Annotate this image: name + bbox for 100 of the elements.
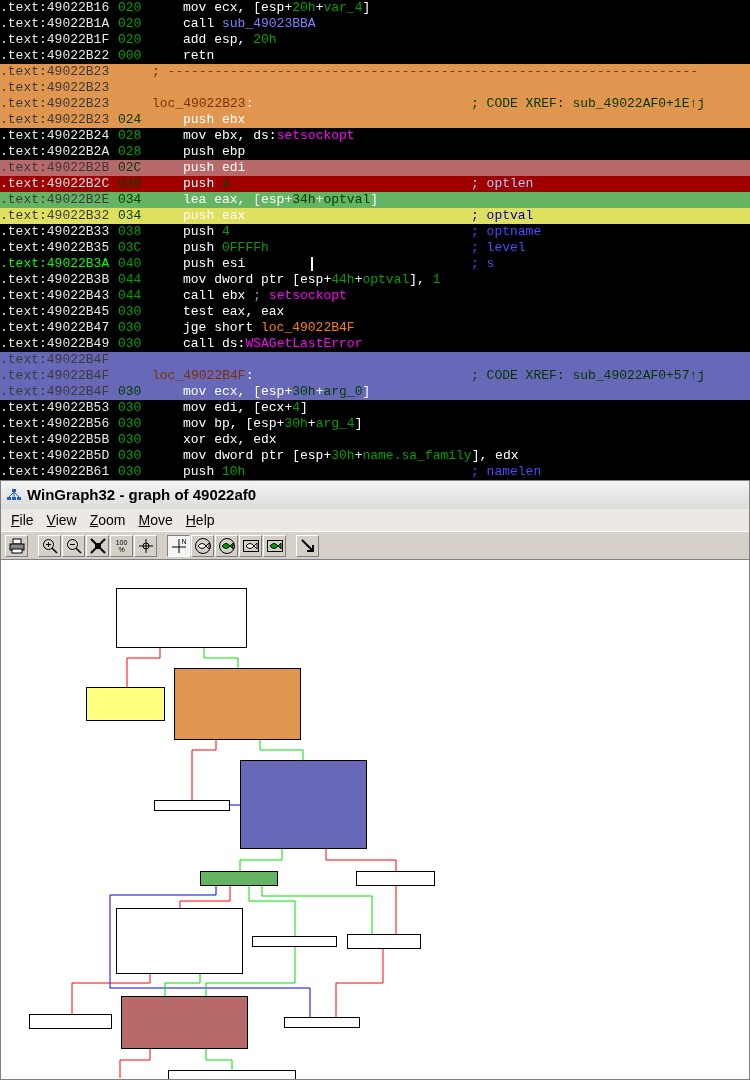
address: .text:49022B23: [0, 64, 110, 80]
toolbar-button[interactable]: [191, 534, 214, 557]
menu-item[interactable]: Help: [179, 509, 221, 531]
toolbar-button[interactable]: [86, 534, 109, 557]
comment: ; level: [471, 240, 526, 256]
address: .text:49022B4F: [0, 368, 110, 384]
separator-comment: ; --------------------------------------------------------------------: [152, 64, 699, 80]
address: .text:49022B2E: [0, 192, 110, 208]
instruction: push 4: [183, 176, 230, 192]
graph-node[interactable]: [116, 908, 243, 974]
address: .text:49022B61: [0, 464, 110, 480]
toolbar-button[interactable]: [134, 534, 157, 557]
connector-line: [191, 739, 217, 801]
crosshair-icon: [137, 537, 154, 554]
graph-node[interactable]: [200, 871, 278, 886]
stack-offset: 034: [118, 192, 142, 208]
menu-item[interactable]: Move: [132, 509, 179, 531]
stack-offset: 000: [118, 48, 142, 64]
graph-node[interactable]: [174, 668, 301, 740]
toolbar-button[interactable]: [239, 534, 262, 557]
instruction: mov dword ptr [esp+44h+optval], 1: [183, 272, 441, 288]
address: .text:49022B35: [0, 240, 110, 256]
stack-offset: 040: [118, 256, 142, 272]
address: .text:49022B49: [0, 336, 110, 352]
fish-icon: [194, 537, 211, 554]
stack-offset: 030: [118, 448, 142, 464]
graph-node[interactable]: [86, 687, 165, 721]
instruction: mov ecx, [esp+20h+var_4]: [183, 0, 371, 16]
menu-item[interactable]: Zoom: [83, 509, 132, 531]
instruction: lea eax, [esp+34h+optval]: [183, 192, 379, 208]
printer-icon: [8, 537, 25, 554]
address: .text:49022B5B: [0, 432, 110, 448]
address: .text:49022B3A: [0, 256, 110, 272]
graph-node[interactable]: [116, 588, 247, 648]
stack-offset: 030: [118, 336, 142, 352]
stack-offset: 020: [118, 0, 142, 16]
address: .text:49022B5D: [0, 448, 110, 464]
code-label: loc_49022B4F:: [152, 368, 254, 384]
connector-line: [335, 948, 384, 1018]
stack-offset: 030: [118, 400, 142, 416]
connector-line: [259, 739, 304, 761]
stack-offset: 03C: [118, 240, 142, 256]
graph-node[interactable]: [29, 1014, 112, 1029]
instruction: mov ecx, [esp+30h+arg_0]: [183, 384, 371, 400]
instruction: call sub_49023BBA: [183, 16, 316, 32]
comment: ; CODE XREF: sub_49022AF0+1E↑j: [471, 96, 706, 112]
graph-node[interactable]: [252, 936, 337, 947]
toolbar-button[interactable]: [38, 534, 61, 557]
graph-node[interactable]: [356, 871, 435, 886]
stack-offset: 030: [118, 384, 142, 400]
instruction: test eax, eax: [183, 304, 285, 320]
graph-node[interactable]: [240, 760, 367, 849]
connector-line: [119, 1048, 151, 1078]
instruction: push eax: [183, 208, 246, 224]
graph-node[interactable]: [284, 1017, 360, 1028]
address: .text:49022B4F: [0, 352, 110, 368]
menu-item[interactable]: View: [40, 509, 83, 531]
toolbar-button[interactable]: [263, 534, 286, 557]
address: .text:49022B22: [0, 48, 110, 64]
stack-offset: 020: [118, 16, 142, 32]
address: .text:49022B32: [0, 208, 110, 224]
address: .text:49022B24: [0, 128, 110, 144]
graph-node[interactable]: [154, 800, 230, 811]
fish-icon: [266, 537, 283, 554]
toolbar-button[interactable]: [215, 534, 238, 557]
diagonal-arrow-icon: [299, 537, 316, 554]
fish-icon: [242, 537, 259, 554]
instruction: push 4: [183, 224, 230, 240]
fish-icon: [218, 537, 235, 554]
connector-line: [325, 848, 397, 872]
instruction: mov edi, [ecx+4]: [183, 400, 308, 416]
text-cursor: [311, 257, 313, 271]
toolbar-button[interactable]: [62, 534, 85, 557]
address: .text:49022B23: [0, 112, 110, 128]
instruction: mov ebx, ds:setsockopt: [183, 128, 355, 144]
graph-node[interactable]: [168, 1070, 296, 1079]
graph-node[interactable]: [121, 996, 248, 1049]
stack-offset: 030: [118, 320, 142, 336]
zoom-out-icon: [65, 537, 82, 554]
address: .text:49022B45: [0, 304, 110, 320]
instruction: call ds:WSAGetLastError: [183, 336, 363, 352]
zoom-in-icon: [41, 537, 58, 554]
stack-offset: 030: [118, 432, 142, 448]
stack-offset: 028: [118, 144, 142, 160]
graph-node[interactable]: [347, 934, 421, 949]
instruction: call ebx ; setsockopt: [183, 288, 347, 304]
address: .text:49022B53: [0, 400, 110, 416]
stack-offset: 024: [118, 112, 142, 128]
toolbar-button[interactable]: [5, 534, 28, 557]
instruction: push 10h: [183, 464, 246, 480]
comment: ; s: [471, 256, 495, 272]
instruction: xor edx, edx: [183, 432, 277, 448]
connector-line: [203, 648, 239, 669]
instruction: push esi: [183, 256, 246, 272]
instruction: push ebx: [183, 112, 246, 128]
stack-offset: 028: [118, 128, 142, 144]
address: .text:49022B1A: [0, 16, 110, 32]
menu-item[interactable]: File: [5, 509, 40, 531]
window-title: WinGraph32 - graph of 49022af0: [27, 484, 257, 505]
toolbar-button[interactable]: [296, 534, 319, 557]
